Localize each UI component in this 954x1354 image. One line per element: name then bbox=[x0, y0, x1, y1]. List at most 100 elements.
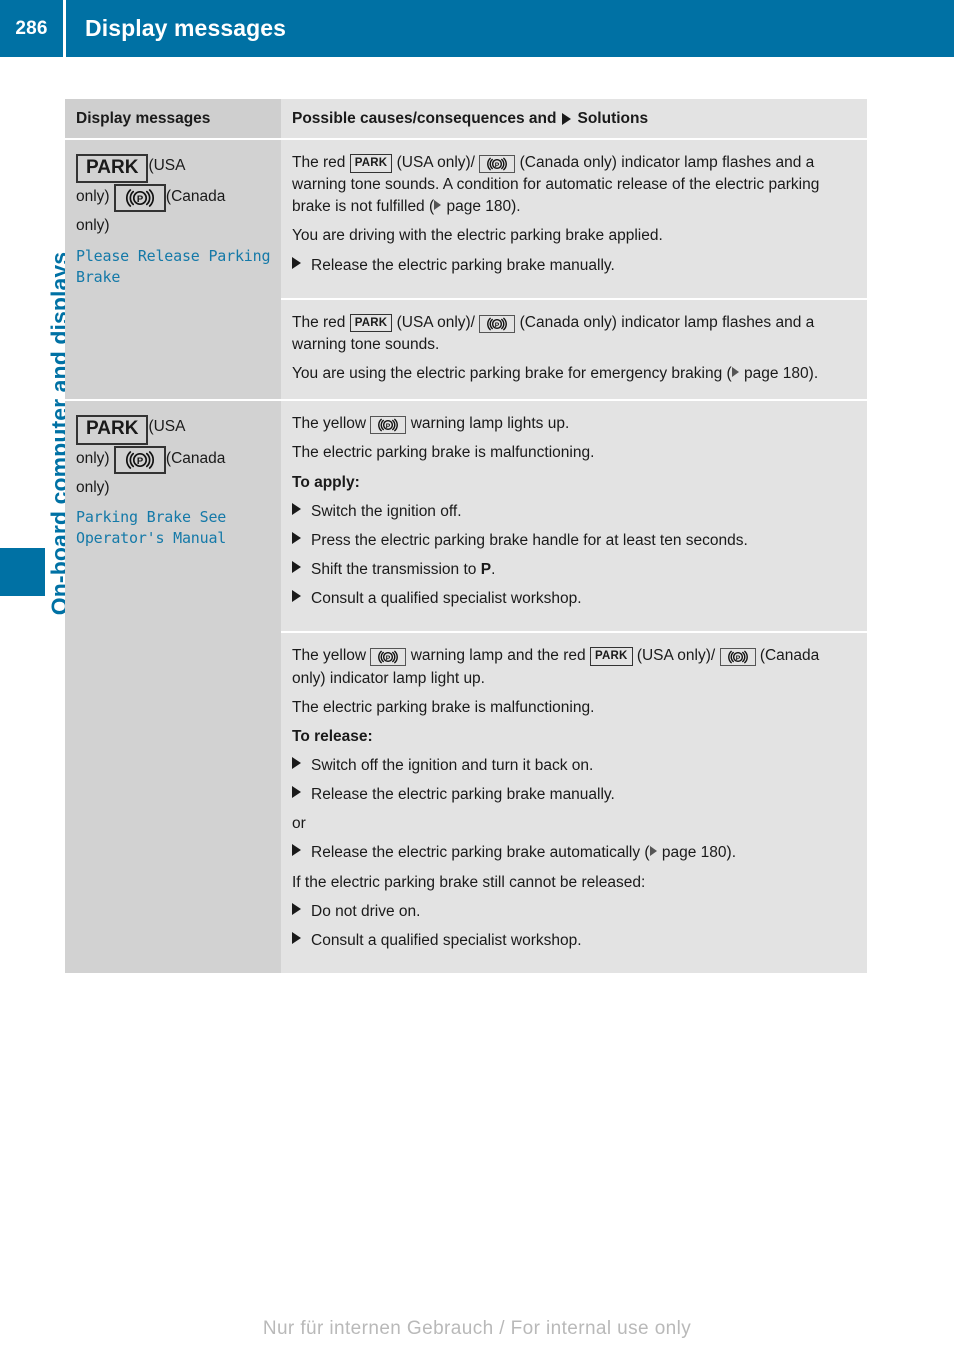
usa-only-note: (USA bbox=[148, 157, 186, 174]
canada-only-note-cont: only) bbox=[76, 478, 110, 496]
cross-reference-icon bbox=[731, 367, 739, 378]
table-header-row: Display messages Possible causes/consequ… bbox=[65, 99, 867, 138]
usa-only-note-cont: only) bbox=[76, 449, 110, 467]
text-fragment: page 180). bbox=[739, 365, 819, 383]
message-cell: PARK (USA only) P (Canada only) Please Re… bbox=[65, 140, 281, 400]
parking-brake-inline-badge: P bbox=[370, 416, 407, 435]
cause-solution-cell: The yellow P warning lamp and the red PA… bbox=[281, 631, 867, 974]
cause-text: The red PARK (USA only)/ P (Canada only)… bbox=[292, 312, 853, 356]
cause-text-2: The electric parking brake is malfunctio… bbox=[292, 698, 595, 716]
solution-step-text: Release the electric parking brake manua… bbox=[311, 786, 615, 804]
solution-step-text: Switch off the ignition and turn it back… bbox=[311, 756, 594, 774]
park-indicator-inline-badge: PARK bbox=[349, 313, 393, 333]
column-header-display-messages: Display messages bbox=[65, 99, 281, 138]
solution-step-text: Consult a qualified specialist workshop. bbox=[311, 590, 582, 608]
or-label: or bbox=[292, 815, 306, 833]
table-row: PARK (USA only) P (Canada only) Please Re… bbox=[65, 138, 867, 400]
svg-text:P: P bbox=[735, 655, 740, 662]
parking-brake-indicator-badge: P bbox=[113, 184, 166, 213]
triangle-bullet-icon bbox=[292, 501, 311, 523]
cross-reference-icon bbox=[649, 846, 657, 857]
causes-solutions-stack: The red PARK (USA only)/ P (Canada only)… bbox=[281, 140, 867, 400]
text-fragment: The red bbox=[292, 154, 346, 171]
canada-only-note-cont: only) bbox=[76, 217, 110, 235]
cause-solution-cell: The red PARK (USA only)/ P (Canada only)… bbox=[281, 297, 867, 400]
svg-text:P: P bbox=[495, 322, 500, 329]
solution-step: Release the electric parking brake manua… bbox=[292, 255, 853, 277]
text-fragment: The red bbox=[292, 313, 346, 331]
park-indicator-inline-badge: PARK bbox=[349, 154, 393, 173]
cause-text-2: You are using the electric parking brake… bbox=[292, 363, 853, 385]
text-fragment: The yellow bbox=[292, 647, 367, 665]
solution-step-text: Release the electric parking brake manua… bbox=[311, 256, 615, 274]
triangle-bullet-icon bbox=[562, 112, 572, 125]
page-title: Display messages bbox=[85, 15, 287, 41]
solution-step: Shift the transmission to P. bbox=[292, 559, 853, 581]
column-header-text-part2: Solutions bbox=[577, 109, 649, 127]
solution-step: Switch the ignition off. bbox=[292, 501, 853, 523]
parking-brake-symbol-icon: P bbox=[125, 450, 154, 469]
parking-brake-inline-badge: P bbox=[479, 155, 516, 173]
cause-text-2: You are driving with the electric parkin… bbox=[292, 227, 663, 245]
park-indicator-inline-badge: PARK bbox=[589, 647, 633, 667]
text-fragment: (USA only)/ bbox=[636, 647, 716, 665]
parking-brake-symbol-icon: P bbox=[125, 189, 154, 208]
text-fragment: (USA only)/ bbox=[396, 154, 475, 171]
parking-brake-inline-badge: P bbox=[370, 648, 407, 667]
cause-text: The yellow P warning lamp lights up. bbox=[292, 413, 853, 435]
table-row: PARK (USA only) P (Canada only) Parking B… bbox=[65, 399, 867, 974]
message-cell: PARK (USA only) P (Canada only) Parking B… bbox=[65, 401, 281, 974]
page-header: 286 Display messages bbox=[0, 0, 954, 57]
parking-brake-inline-badge: P bbox=[719, 648, 756, 667]
solution-step: Consult a qualified specialist workshop. bbox=[292, 588, 853, 610]
solution-step-text: Press the electric parking brake handle … bbox=[311, 531, 748, 549]
display-message-text: Parking Brake See Operator's Manual bbox=[76, 507, 227, 548]
cause-solution-cell: The yellow P warning lamp lights up. The… bbox=[281, 401, 867, 632]
parking-brake-symbol-icon: P bbox=[487, 317, 508, 331]
solution-step: Press the electric parking brake handle … bbox=[292, 530, 853, 552]
text-fragment: You are using the electric parking brake… bbox=[292, 365, 732, 383]
page-number: 286 bbox=[15, 17, 48, 39]
text-fragment: page 180). bbox=[442, 198, 521, 216]
triangle-bullet-icon bbox=[292, 930, 311, 952]
solution-step: Release the electric parking brake autom… bbox=[292, 842, 853, 864]
solution-step-text: Switch the ignition off. bbox=[311, 502, 462, 520]
condition-text: If the electric parking brake still cann… bbox=[292, 873, 646, 891]
cause-text: The red PARK (USA only)/ P (Canada only)… bbox=[292, 152, 853, 218]
display-message-text: Please Release Parking Brake bbox=[76, 246, 271, 286]
usa-only-note-cont: only) bbox=[76, 188, 110, 206]
park-indicator-badge: PARK bbox=[76, 415, 149, 445]
svg-text:P: P bbox=[386, 423, 391, 430]
cause-text-2: The electric parking brake is malfunctio… bbox=[292, 444, 595, 462]
solution-step: Consult a qualified specialist workshop. bbox=[292, 930, 853, 952]
triangle-bullet-icon bbox=[292, 530, 311, 552]
svg-text:P: P bbox=[386, 655, 391, 662]
internal-use-watermark: Nur für internen Gebrauch / For internal… bbox=[262, 1318, 692, 1339]
column-header-causes-solutions: Possible causes/consequences and Solutio… bbox=[281, 99, 867, 138]
triangle-bullet-icon bbox=[292, 842, 311, 864]
canada-only-note: (Canada bbox=[165, 449, 226, 467]
solution-step: Switch off the ignition and turn it back… bbox=[292, 755, 853, 777]
text-fragment: warning lamp and the red bbox=[410, 647, 586, 665]
subheading: To apply: bbox=[292, 473, 360, 491]
parking-brake-symbol-icon: P bbox=[378, 418, 399, 432]
parking-brake-symbol-icon: P bbox=[378, 651, 399, 664]
table-body: PARK (USA only) P (Canada only) Please Re… bbox=[65, 138, 867, 974]
text-fragment: The yellow bbox=[292, 415, 367, 433]
cause-text: The yellow P warning lamp and the red PA… bbox=[292, 645, 853, 689]
triangle-bullet-icon bbox=[292, 901, 311, 923]
text-fragment: warning lamp lights up. bbox=[410, 415, 570, 433]
chapter-tab-marker bbox=[0, 548, 45, 596]
triangle-bullet-icon bbox=[292, 784, 311, 806]
causes-solutions-stack: The yellow P warning lamp lights up. The… bbox=[281, 401, 867, 974]
display-messages-table: Display messages Possible causes/consequ… bbox=[65, 99, 867, 974]
solution-step-text: Shift the transmission to P. bbox=[311, 561, 496, 579]
parking-brake-symbol-icon: P bbox=[487, 157, 508, 171]
parking-brake-indicator-badge: P bbox=[113, 445, 166, 474]
solution-step-text: Release the electric parking brake autom… bbox=[311, 844, 737, 862]
svg-text:P: P bbox=[137, 456, 144, 467]
parking-brake-symbol-icon: P bbox=[727, 651, 748, 664]
solution-step-text: Do not drive on. bbox=[311, 902, 421, 920]
text-fragment: (USA only)/ bbox=[396, 313, 475, 331]
parking-brake-inline-badge: P bbox=[479, 314, 516, 333]
